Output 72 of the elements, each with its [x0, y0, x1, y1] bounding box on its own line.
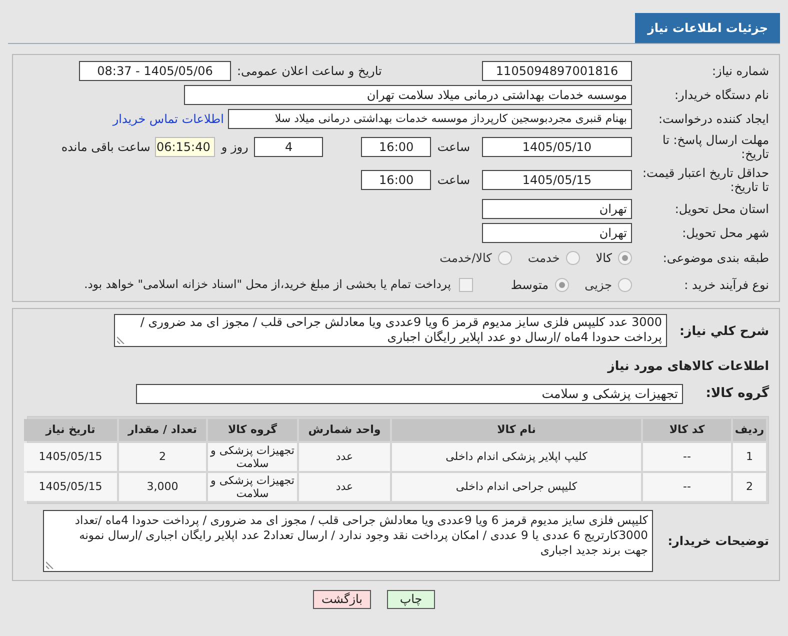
table-cell: 1	[733, 442, 766, 471]
column-header: گروه کالا	[208, 418, 297, 441]
resize-handle-icon[interactable]	[117, 336, 125, 344]
radio-button[interactable]	[566, 251, 580, 265]
remaining-label: ساعت باقی مانده	[61, 139, 150, 156]
field-label: نام دستگاه خریدار:	[674, 88, 769, 102]
time-label: ساعت	[437, 172, 470, 189]
table-cell: کلیپس جراحی اندام داخلی	[392, 472, 641, 501]
need-number-field: 1105094897001816	[482, 60, 632, 80]
column-header: ردیف	[733, 418, 766, 441]
radio-button[interactable]	[498, 251, 512, 265]
table-cell: 3,000	[119, 472, 206, 501]
field-label: نوع فرآیند خرید :	[683, 278, 769, 292]
column-header: کد کالا	[643, 418, 731, 441]
field-label: شهر محل تحویل:	[681, 226, 769, 240]
province-field: تهران	[482, 198, 632, 218]
column-header: تعداد / مقدار	[119, 418, 206, 441]
table-cell: تجهیزات پزشکی و سلامت	[208, 442, 297, 471]
field-label: حداقل تاریخ اعتبار قیمت: تا تاریخ:	[641, 166, 769, 194]
field-label: مهلت ارسال پاسخ: تا تاریخ:	[661, 133, 769, 161]
city-field: تهران	[482, 222, 632, 242]
validity-date-field: 1405/05/15	[482, 170, 632, 190]
table-cell: 1405/05/15	[24, 472, 117, 501]
buyer-contact-link[interactable]: اطلاعات تماس خریدار	[112, 110, 224, 128]
field-label: ایجاد کننده درخواست:	[657, 112, 769, 126]
field-label: شماره نیاز:	[711, 64, 769, 78]
page-title-tab[interactable]: جزئیات اطلاعات نیاز	[635, 13, 780, 43]
table-cell: عدد	[299, 472, 390, 501]
column-header: واحد شمارش	[299, 418, 390, 441]
checkbox-label: پرداخت تمام یا بخشی از مبلغ خرید،از محل "اسناد خزانه اسلامی" خواهد بود.	[84, 276, 451, 294]
table-cell: عدد	[299, 442, 390, 471]
radio-label: کالا	[596, 250, 612, 267]
section-title: اطلاعات کالاهای مورد نیاز	[606, 357, 769, 375]
table-cell: کلیپ اپلایر پزشکی اندام داخلی	[392, 442, 641, 471]
validity-time-field: 16:00	[361, 170, 432, 190]
time-label: ساعت	[437, 139, 470, 156]
field-label: شرح کلي نیاز:	[678, 322, 769, 340]
days-field: 4	[254, 137, 324, 157]
radio-button[interactable]	[554, 278, 569, 292]
field-label: گروه کالا:	[704, 384, 769, 403]
goods-group-field: تجهیزات پزشکی و سلامت	[136, 384, 683, 404]
resize-handle-icon[interactable]	[46, 560, 54, 569]
deadline-time-field: 16:00	[361, 137, 432, 157]
field-label: تاریخ و ساعت اعلان عمومی:	[236, 62, 383, 80]
buyer-org-field: موسسه خدمات بهداشتی درمانی میلاد سلامت تهران	[184, 84, 632, 104]
table-cell: 2	[733, 472, 766, 501]
radio-button[interactable]	[618, 278, 632, 292]
table-cell: --	[643, 472, 731, 501]
days-label: روز و	[221, 139, 248, 156]
radio-label: خدمت	[528, 250, 560, 267]
column-header: تاریخ نیاز	[24, 418, 117, 441]
table-cell: 2	[119, 442, 206, 471]
table-cell: 1405/05/15	[24, 442, 117, 471]
remaining-time-field: 06:15:40	[155, 137, 216, 157]
field-label: استان محل تحویل:	[674, 202, 769, 216]
radio-label: متوسط	[510, 277, 549, 294]
deadline-date-field: 1405/05/10	[482, 137, 632, 157]
requester-field: بهنام قنبری مجردبوسجین کارپرداز موسسه خدمات بهداشتی درمانی میلاد سلا	[228, 108, 632, 128]
buyer-notes-text: کلیپس فلزی سایز مدیوم قرمز 6 ویا 9عددی ویا معادلش جراحی قلب / مجوز ای مد ضروری / پرداخت حدودا 4ماه /تعداد 3000کارتریج 6 عددی یا 9 عددی / امکان پرداخت نقد وجود ندارد / ارسال تعداد2 عدد اپلایر رایگان اجباری /ارسال نمونه جهت برند جدید اجباری	[74, 512, 648, 558]
radio-label: کالا/خدمت	[440, 250, 492, 267]
checkbox[interactable]	[458, 278, 473, 292]
column-header: نام کالا	[392, 418, 641, 441]
print-button[interactable]: چاپ	[387, 590, 435, 609]
field-label: طبقه بندی موضوعی:	[662, 251, 769, 265]
field-label: توضیحات خریدار:	[666, 532, 769, 550]
table-cell: --	[643, 442, 731, 471]
table-cell: تجهیزات پزشکی و سلامت	[208, 472, 297, 501]
back-button[interactable]: بازگشت	[313, 590, 371, 609]
radio-label: جزیی	[584, 277, 612, 294]
radio-button[interactable]	[618, 251, 632, 265]
description-text: 3000 عدد کلیپس فلزی سایز مدیوم قرمز 6 ویا 9عددی ویا معادلش جراحی قلب / مجوز ای مد ضروری / پرداخت حدودا 4ماه /ارسال دو عدد اپلایر رایگان اجباری	[139, 315, 662, 345]
announce-date-field: 1405/05/06 - 08:37	[79, 60, 231, 80]
